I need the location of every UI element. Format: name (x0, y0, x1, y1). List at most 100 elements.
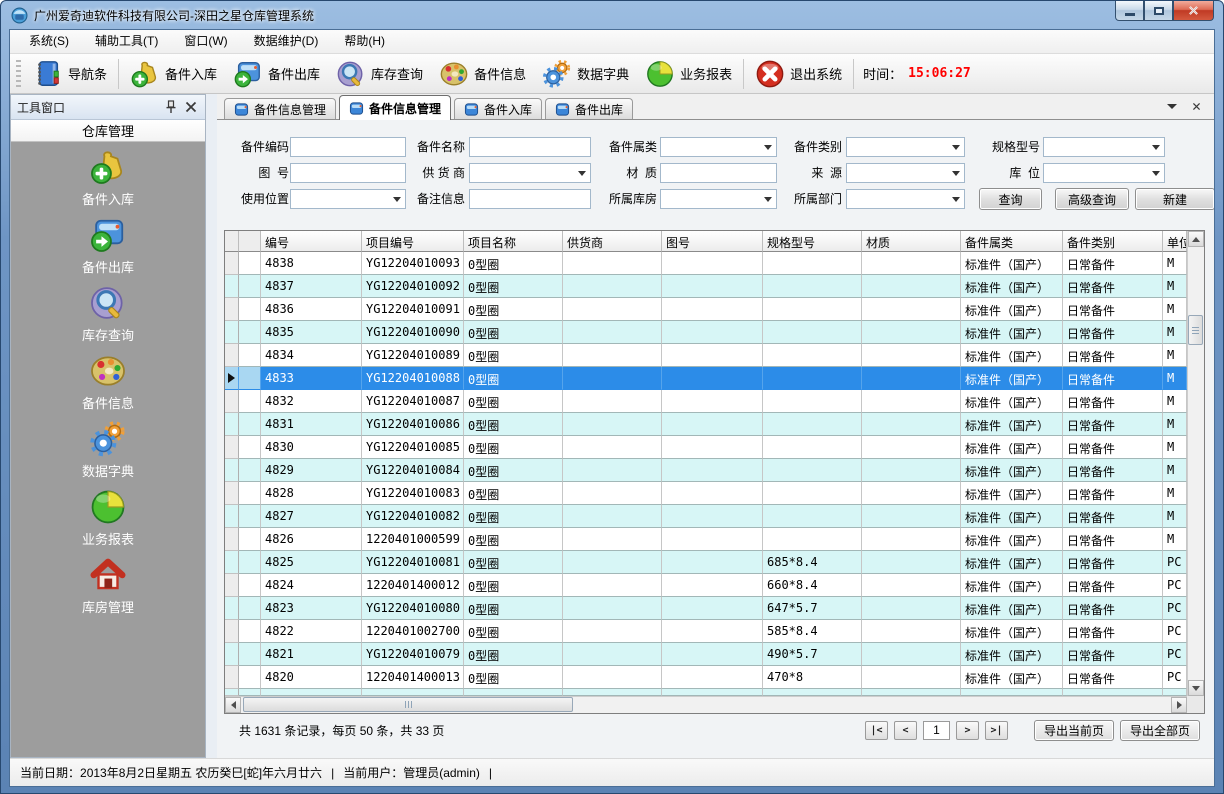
tab-2-active[interactable]: 备件信息管理 (339, 95, 451, 120)
row-selector-cell[interactable] (225, 666, 239, 689)
sidebar-item-parts-in[interactable]: 备件入库 (48, 148, 168, 216)
row-selector-cell[interactable] (225, 459, 239, 482)
search-input-1-1[interactable] (290, 137, 406, 157)
vertical-scroll-thumb[interactable] (1188, 315, 1203, 345)
row-selector-cell[interactable] (225, 390, 239, 413)
row-selector-cell[interactable] (225, 597, 239, 620)
search-select-2-2[interactable] (469, 163, 591, 183)
panel-splitter[interactable] (206, 94, 217, 758)
minimize-button[interactable] (1115, 1, 1144, 21)
row-selector-cell[interactable] (225, 298, 239, 321)
col-header-type[interactable]: 备件类别 (1063, 231, 1163, 252)
table-row[interactable]: 482012204014000130型圈470*8标准件（国产）日常备件PC (225, 666, 1187, 689)
sidebar-section-header[interactable]: 仓库管理 (11, 120, 205, 142)
table-row[interactable]: 4830YG122040100850型圈标准件（国产）日常备件M (225, 436, 1187, 459)
row-selector-cell[interactable] (225, 574, 239, 597)
col-header-project-code[interactable]: 项目编号 (362, 231, 464, 252)
row-selector-cell[interactable] (225, 252, 239, 275)
search-select-5-2[interactable] (1043, 163, 1165, 183)
menu-item-5[interactable]: 帮助(H) (331, 30, 398, 53)
search-select-1-3[interactable] (290, 189, 406, 209)
menu-item-1[interactable]: 系统(S) (16, 30, 82, 53)
panel-close-icon[interactable] (183, 99, 199, 115)
next-page-button[interactable]: > (956, 721, 979, 740)
col-header-spec[interactable]: 规格型号 (763, 231, 862, 252)
table-row[interactable]: 4829YG122040100840型圈标准件（国产）日常备件M (225, 459, 1187, 482)
menu-item-3[interactable]: 窗口(W) (171, 30, 240, 53)
row-selector-cell[interactable] (225, 367, 239, 390)
search-select-5-1[interactable] (1043, 137, 1165, 157)
toolbar-button-data-dict[interactable]: 数据字典 (534, 56, 637, 92)
table-row[interactable]: 4821YG122040100790型圈490*5.7标准件（国产）日常备件PC (225, 643, 1187, 666)
table-row[interactable]: 482612204010005990型圈标准件（国产）日常备件M (225, 528, 1187, 551)
table-row[interactable]: 4827YG122040100820型圈标准件（国产）日常备件M (225, 505, 1187, 528)
row-selector-cell[interactable] (225, 344, 239, 367)
sidebar-item-parts-out[interactable]: 备件出库 (48, 216, 168, 284)
row-selector-cell[interactable] (225, 620, 239, 643)
export-current-page-button[interactable]: 导出当前页 (1034, 720, 1114, 741)
table-row[interactable]: 482212204010027000型圈585*8.4标准件（国产）日常备件PC (225, 620, 1187, 643)
table-row[interactable]: 4837YG122040100920型圈标准件（国产）日常备件M (225, 275, 1187, 298)
table-row[interactable]: 4832YG122040100870型圈标准件（国产）日常备件M (225, 390, 1187, 413)
search-select-4-1[interactable] (846, 137, 965, 157)
row-selector-cell[interactable] (225, 505, 239, 528)
table-row[interactable]: 4834YG122040100890型圈标准件（国产）日常备件M (225, 344, 1187, 367)
search-input-3-2[interactable] (660, 163, 777, 183)
sidebar-item-data-dict[interactable]: 数据字典 (48, 420, 168, 488)
col-header-unit[interactable]: 单位 (1163, 231, 1187, 252)
scroll-down-button[interactable] (1188, 680, 1204, 696)
close-button[interactable] (1173, 1, 1214, 21)
tab-4[interactable]: 备件出库 (545, 98, 633, 119)
sidebar-item-warehouse[interactable]: 库房管理 (48, 556, 168, 624)
toolbar-button-parts-in[interactable]: 备件入库 (122, 56, 225, 92)
table-row[interactable]: 4838YG122040100930型圈标准件（国产）日常备件M (225, 252, 1187, 275)
page-number-input[interactable] (923, 721, 950, 740)
table-row[interactable]: 4835YG122040100900型圈标准件（国产）日常备件M (225, 321, 1187, 344)
sidebar-item-parts-info[interactable]: 备件信息 (48, 352, 168, 420)
search-select-3-1[interactable] (660, 137, 777, 157)
search-input-2-3[interactable] (469, 189, 591, 209)
row-selector-cell[interactable] (225, 275, 239, 298)
table-row[interactable]: 4828YG122040100830型圈标准件（国产）日常备件M (225, 482, 1187, 505)
maximize-button[interactable] (1144, 1, 1173, 21)
new-button[interactable]: 新建 (1135, 188, 1215, 210)
toolbar-button-navbar[interactable]: 导航条 (25, 56, 115, 92)
table-row[interactable]: 4825YG122040100810型圈685*8.4标准件（国产）日常备件PC (225, 551, 1187, 574)
row-selector-cell[interactable] (225, 413, 239, 436)
toolbar-button-parts-info[interactable]: 备件信息 (431, 56, 534, 92)
prev-page-button[interactable]: < (894, 721, 917, 740)
col-header-material[interactable]: 材质 (862, 231, 961, 252)
col-header-supplier[interactable]: 供货商 (563, 231, 662, 252)
toolbar-grip[interactable] (16, 60, 21, 88)
col-header-category[interactable]: 备件属类 (961, 231, 1063, 252)
table-row[interactable]: 4831YG122040100860型圈标准件（国产）日常备件M (225, 413, 1187, 436)
scroll-left-button[interactable] (225, 697, 241, 713)
first-page-button[interactable]: |< (865, 721, 888, 740)
search-select-4-3[interactable] (846, 189, 965, 209)
table-row-selected[interactable]: 4833YG122040100880型圈标准件（国产）日常备件M (225, 367, 1187, 390)
row-selector-cell[interactable] (225, 643, 239, 666)
col-header-id[interactable]: 编号 (261, 231, 362, 252)
search-select-3-3[interactable] (660, 189, 777, 209)
row-selector-cell[interactable] (225, 321, 239, 344)
table-row[interactable]: 4823YG122040100800型圈647*5.7标准件（国产）日常备件PC (225, 597, 1187, 620)
horizontal-scroll-thumb[interactable] (243, 697, 573, 712)
pin-icon[interactable] (163, 99, 179, 115)
scroll-up-button[interactable] (1188, 231, 1204, 247)
toolbar-button-parts-out[interactable]: 备件出库 (225, 56, 328, 92)
table-row[interactable]: 482412204014000120型圈660*8.4标准件（国产）日常备件PC (225, 574, 1187, 597)
tab-list-chevron-down-icon[interactable] (1167, 104, 1177, 109)
search-input-2-1[interactable] (469, 137, 591, 157)
row-selector-cell[interactable] (225, 551, 239, 574)
menu-item-2[interactable]: 辅助工具(T) (82, 30, 171, 53)
sidebar-item-stock-query[interactable]: 库存查询 (48, 284, 168, 352)
horizontal-scrollbar[interactable] (225, 696, 1187, 713)
search-select-4-2[interactable] (846, 163, 965, 183)
advanced-query-button[interactable]: 高级查询 (1055, 188, 1129, 210)
row-selector-cell[interactable] (225, 436, 239, 459)
menu-item-4[interactable]: 数据维护(D) (241, 30, 332, 53)
query-button[interactable]: 查询 (979, 188, 1042, 210)
search-input-1-2[interactable] (290, 163, 406, 183)
row-selector-cell[interactable] (225, 528, 239, 551)
toolbar-button-exit[interactable]: 退出系统 (747, 56, 850, 92)
